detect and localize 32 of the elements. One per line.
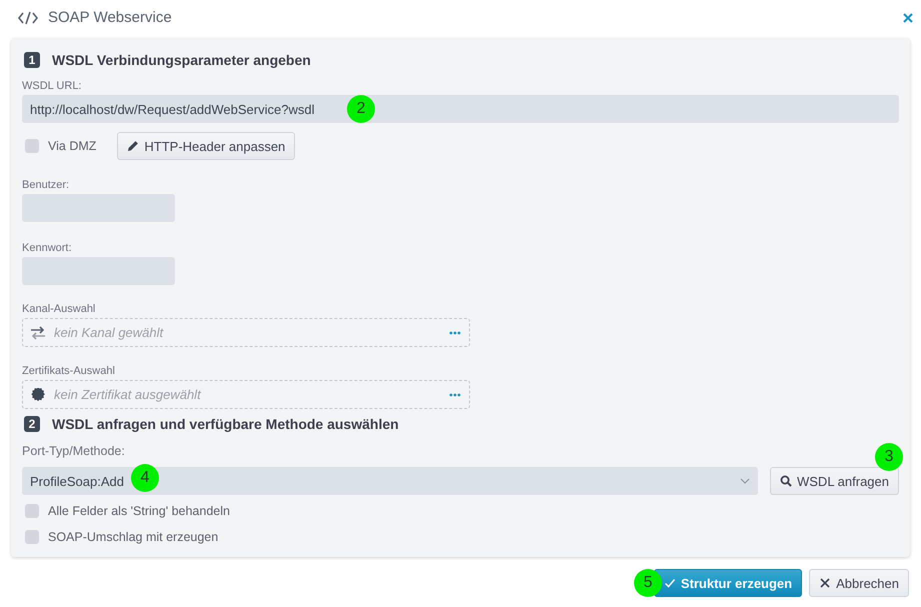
more-icon[interactable] (449, 392, 461, 396)
field-label: Port-Typ/Methode: (22, 444, 125, 458)
step-number: 1 (24, 52, 40, 68)
section-title: WSDL anfragen und verfügbare Methode auswählen (52, 416, 399, 432)
checkbox[interactable] (25, 504, 39, 518)
window-title: SOAP Webservice (48, 9, 173, 26)
checkbox-label: Alle Felder als 'String' behandeln (48, 504, 230, 518)
section-title: WSDL Verbindungsparameter angeben (52, 52, 311, 68)
query-button[interactable]: WSDL anfragen (770, 467, 899, 495)
field-label: Kennwort: (22, 242, 72, 254)
checkbox-label: SOAP-Umschlag mit erzeugen (48, 530, 218, 544)
chevron-down-icon (740, 478, 750, 484)
field-label: Kanal-Auswahl (22, 303, 96, 315)
checkbox-label: Via DMZ (48, 139, 96, 153)
checkbox[interactable] (25, 530, 39, 544)
search-icon (780, 475, 792, 487)
header-button[interactable]: HTTP-Header anpassen (117, 132, 296, 160)
check-icon (664, 577, 676, 589)
field-label: Zertifikats-Auswahl (22, 365, 115, 377)
close-icon (819, 577, 832, 589)
close-icon[interactable] (903, 12, 913, 22)
seal-icon (30, 388, 46, 402)
checkbox[interactable] (25, 139, 39, 153)
callout-marker: 5 (634, 569, 662, 597)
transfer-arrows-icon (30, 326, 46, 340)
field-label: WSDL URL: (22, 80, 82, 92)
field-label: Benutzer: (22, 179, 70, 191)
more-icon[interactable] (449, 330, 461, 334)
cancel-button[interactable]: Abbrechen (809, 569, 909, 597)
pencil-icon (127, 140, 140, 152)
code-icon (18, 10, 38, 24)
step-number: 2 (24, 416, 40, 432)
